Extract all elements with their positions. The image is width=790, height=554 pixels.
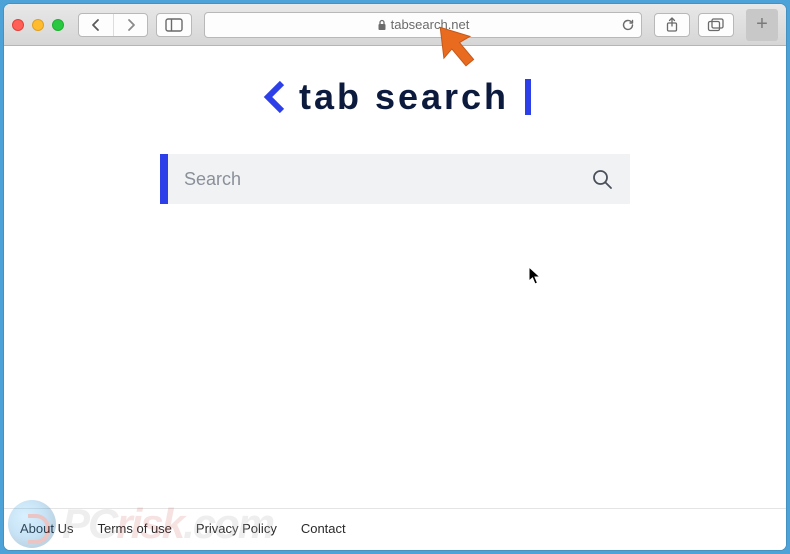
minimize-window-button[interactable] bbox=[32, 19, 44, 31]
nav-buttons bbox=[78, 13, 148, 37]
search-button[interactable] bbox=[574, 154, 630, 204]
footer-link-contact[interactable]: Contact bbox=[301, 521, 346, 536]
search-icon bbox=[591, 168, 613, 190]
reload-button[interactable] bbox=[621, 18, 635, 32]
browser-window: tabsearch.net + tab search bbox=[4, 4, 786, 550]
close-window-button[interactable] bbox=[12, 19, 24, 31]
search-accent-bar bbox=[160, 154, 168, 204]
sidebar-toggle-button[interactable] bbox=[156, 13, 192, 37]
address-bar-text: tabsearch.net bbox=[391, 17, 470, 32]
plus-icon: + bbox=[756, 13, 768, 36]
footer-links: About Us Terms of use Privacy Policy Con… bbox=[4, 508, 786, 550]
new-tab-button[interactable]: + bbox=[746, 9, 778, 41]
footer-link-terms[interactable]: Terms of use bbox=[97, 521, 171, 536]
logo-cursor-icon bbox=[525, 79, 531, 115]
window-controls bbox=[12, 19, 64, 31]
footer-link-privacy[interactable]: Privacy Policy bbox=[196, 521, 277, 536]
search-input[interactable] bbox=[168, 154, 574, 204]
lock-icon bbox=[377, 19, 387, 31]
back-button[interactable] bbox=[79, 14, 113, 36]
site-logo: tab search bbox=[259, 76, 531, 118]
page-content: tab search About Us Terms of use Privacy… bbox=[4, 46, 786, 550]
logo-text: tab search bbox=[299, 76, 509, 118]
show-tabs-button[interactable] bbox=[698, 13, 734, 37]
fullscreen-window-button[interactable] bbox=[52, 19, 64, 31]
chevron-left-icon bbox=[259, 77, 289, 117]
forward-button[interactable] bbox=[113, 14, 147, 36]
browser-toolbar: tabsearch.net + bbox=[4, 4, 786, 46]
footer-link-about[interactable]: About Us bbox=[20, 521, 73, 536]
share-button[interactable] bbox=[654, 13, 690, 37]
search-container bbox=[160, 154, 630, 204]
address-bar[interactable]: tabsearch.net bbox=[204, 12, 642, 38]
